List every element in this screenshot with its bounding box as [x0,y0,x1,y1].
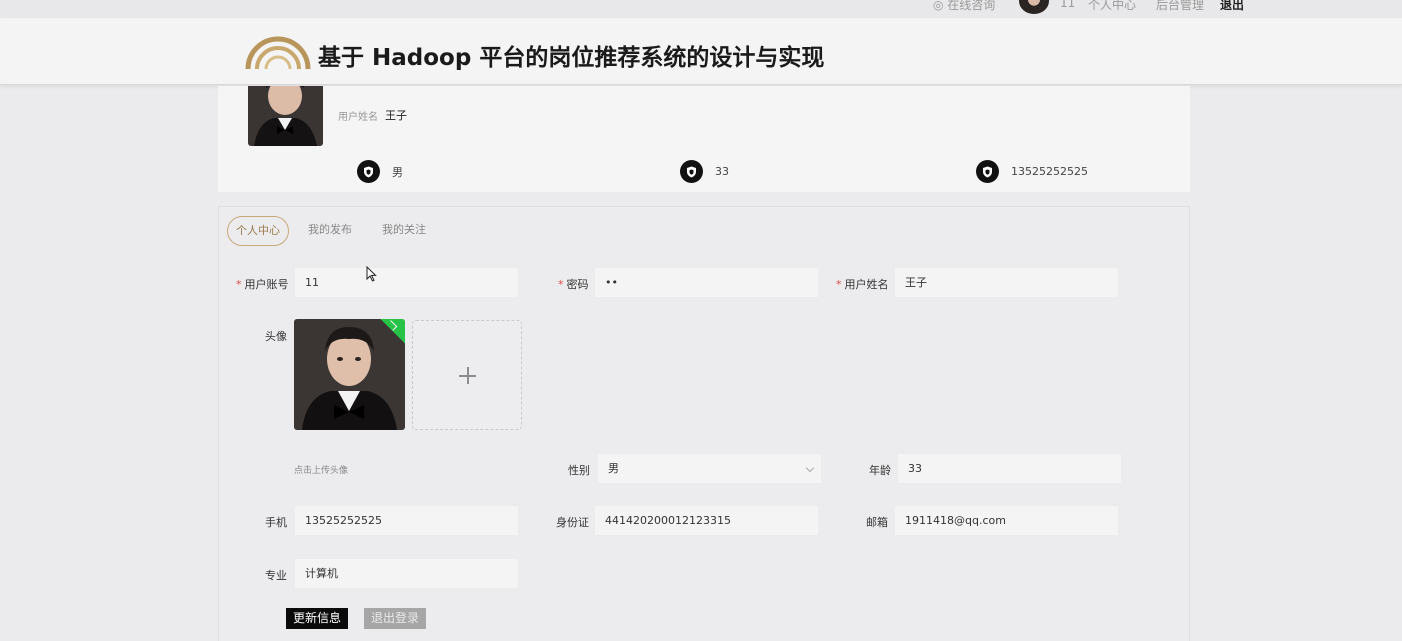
top-navbar: ◎ 在线咨询 11 个人中心 后台管理 退出 [0,0,1402,18]
account-label: * 用户账号 [236,278,289,291]
logout-link[interactable]: 退出 [1220,0,1244,13]
upload-tip-text: 点击上传头像 [294,466,349,476]
account-input[interactable]: 11 [294,267,519,298]
major-label: 专业 [265,569,287,582]
personal-center-link[interactable]: 个人中心 [1088,0,1136,13]
profile-name-value: 王子 [385,109,407,122]
stat-phone: 13525252525 [976,160,1088,183]
tab-my-follows[interactable]: 我的关注 [382,216,426,246]
stat-gender: 男 [357,160,403,183]
age-label: 年龄 [869,464,891,477]
profile-summary-card: 用户姓名 王子 男 33 13525252525 [218,86,1190,192]
gender-label: 性别 [568,464,590,477]
personal-center-panel: 个人中心 我的发布 我的关注 * 用户账号 11 * 密码 •• * 用户姓名 王子 … [218,206,1190,641]
chevron-down-icon [805,463,815,473]
mouse-cursor-icon [366,266,377,282]
consult-icon: ◎ [933,0,948,12]
avatar-label: 头像 [265,330,287,343]
username-text: 11 [1060,0,1076,10]
name-label: * 用户姓名 [836,278,889,291]
stat-age: 33 [680,160,729,183]
password-label: * 密码 [558,278,589,291]
uploaded-avatar-image[interactable] [294,319,405,430]
site-title: 基于 Hadoop 平台的岗位推荐系统的设计与实现 [318,45,825,71]
phone-input[interactable]: 13525252525 [294,505,519,536]
profile-avatar [248,86,323,146]
tab-personal-center[interactable]: 个人中心 [227,216,289,246]
logo-icon [245,36,311,70]
name-input[interactable]: 王子 [894,267,1119,298]
idcard-label: 身份证 [556,516,589,529]
phone-label: 手机 [265,516,287,529]
shield-icon [357,160,380,183]
online-consult-link[interactable]: ◎ 在线咨询 [933,0,995,13]
tab-my-posts[interactable]: 我的发布 [308,216,352,246]
idcard-input[interactable]: 441420200012123315 [594,505,819,536]
major-input[interactable]: 计算机 [294,558,519,589]
site-header: 基于 Hadoop 平台的岗位推荐系统的设计与实现 [0,18,1402,85]
password-input[interactable]: •• [594,267,819,298]
email-label: 邮箱 [866,516,888,529]
logout-button[interactable]: 退出登录 [364,608,427,629]
avatar-upload-button[interactable] [412,320,522,430]
user-avatar[interactable] [1019,0,1049,14]
update-info-button[interactable]: 更新信息 [286,608,349,629]
email-input[interactable]: 1911418@qq.com [894,505,1119,536]
age-input[interactable]: 33 [897,453,1122,484]
profile-name-label: 用户姓名 [338,112,378,123]
gender-select[interactable]: 男 [597,453,822,484]
shield-icon [680,160,703,183]
shield-icon [976,160,999,183]
admin-link[interactable]: 后台管理 [1156,0,1204,13]
